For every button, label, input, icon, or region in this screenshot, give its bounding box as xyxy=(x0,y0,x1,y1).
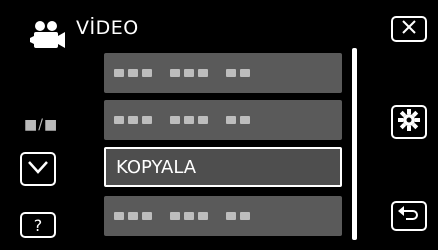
menu-item-label: KOPYALA xyxy=(116,156,197,178)
menu-item-1[interactable] xyxy=(104,53,342,93)
close-icon xyxy=(399,19,419,39)
video-camera-icon xyxy=(30,18,66,52)
back-button[interactable] xyxy=(391,201,427,231)
page-title: VİDEO xyxy=(76,17,139,39)
page-indicator: ■/■ xyxy=(24,117,59,133)
menu-item-2[interactable] xyxy=(104,100,342,140)
placeholder-dots xyxy=(114,116,250,124)
help-label: ? xyxy=(33,215,43,235)
menu-item-4[interactable] xyxy=(104,196,342,236)
menu-item-kopyala[interactable]: KOPYALA xyxy=(104,147,342,187)
scroll-down-button[interactable] xyxy=(20,152,56,186)
placeholder-dots xyxy=(114,69,250,77)
scrollbar[interactable] xyxy=(352,48,357,240)
help-button[interactable]: ? xyxy=(20,212,56,238)
chevron-down-icon xyxy=(27,159,49,179)
close-button[interactable] xyxy=(391,16,427,42)
gear-icon xyxy=(398,109,420,135)
return-icon xyxy=(398,204,420,228)
placeholder-dots xyxy=(114,212,250,220)
settings-button[interactable] xyxy=(391,105,427,139)
